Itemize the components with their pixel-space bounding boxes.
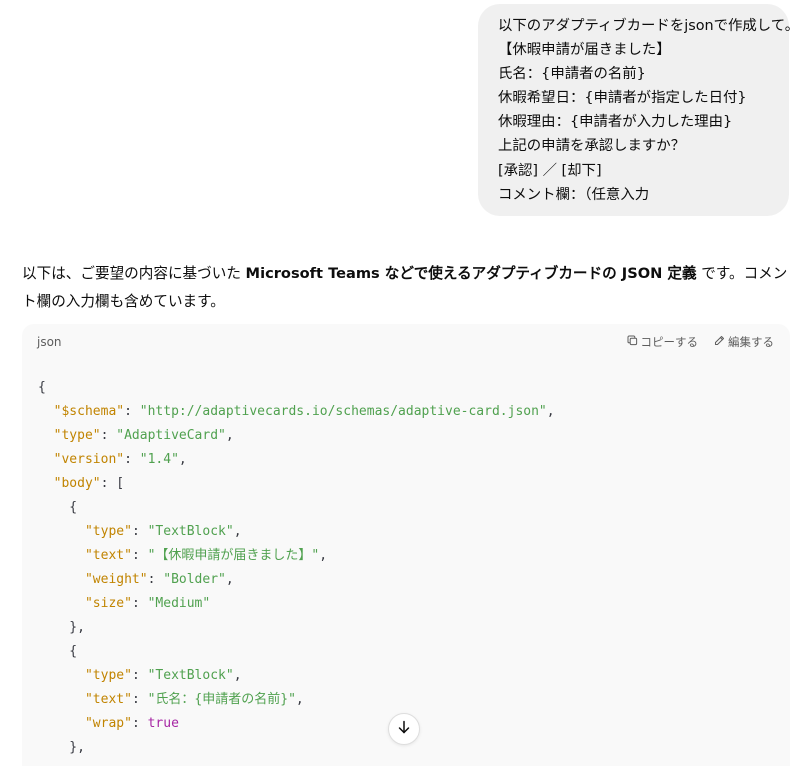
code-token: "weight" bbox=[84, 572, 148, 587]
code-token: , bbox=[233, 668, 242, 683]
scroll-to-bottom-button[interactable] bbox=[388, 713, 420, 745]
user-message-line: 休暇希望日：{申請者が指定した日付} bbox=[498, 90, 747, 107]
assistant-reply-text: 以下は、ご要望の内容に基づいた Microsoft Teams などで使えるアダ… bbox=[22, 260, 792, 316]
user-message-line: 【休暇申請が届きました】 bbox=[498, 42, 671, 59]
code-token: , bbox=[225, 572, 234, 587]
reply-intro-before: 以下は、ご要望の内容に基づいた bbox=[22, 265, 246, 282]
code-token: : bbox=[131, 668, 148, 683]
code-actions: コピーする 編集する bbox=[627, 334, 774, 350]
code-token: "TextBlock" bbox=[147, 668, 234, 683]
user-message-line: 休暇理由：{申請者が入力した理由} bbox=[498, 114, 733, 131]
code-token: : bbox=[131, 716, 148, 731]
code-token: : [ bbox=[100, 476, 125, 491]
code-token: : bbox=[100, 428, 117, 443]
code-line: "$schema": "http://adaptivecards.io/sche… bbox=[38, 400, 778, 424]
code-token: : bbox=[147, 572, 164, 587]
code-line: "body": [ bbox=[38, 472, 778, 496]
user-message-line: 氏名：{申請者の名前} bbox=[498, 66, 646, 83]
code-line: "text": "氏名：{申請者の名前}", bbox=[38, 688, 778, 712]
code-token: "size" bbox=[84, 596, 132, 611]
user-message-line: 上記の申請を承認しますか？ bbox=[498, 138, 686, 155]
code-line: "type": "AdaptiveCard", bbox=[38, 424, 778, 448]
code-token: "version" bbox=[53, 452, 125, 467]
code-line: "weight": "Bolder", bbox=[38, 568, 778, 592]
code-token: "type" bbox=[84, 668, 132, 683]
code-token: : bbox=[124, 404, 140, 419]
code-token: : bbox=[131, 524, 148, 539]
code-token: "text" bbox=[84, 548, 132, 563]
code-token: "type" bbox=[53, 428, 101, 443]
code-token: "氏名：{申請者の名前}" bbox=[147, 692, 296, 707]
code-token: : bbox=[124, 452, 140, 467]
user-message-bubble: 以下のアダプティブカードをjsonで作成して。 【休暇申請が届きました】 氏名：{申… bbox=[478, 4, 800, 216]
user-message-line: コメント欄：（任意入力 bbox=[498, 186, 650, 203]
code-token: "AdaptiveCard" bbox=[116, 428, 226, 443]
code-token: }, bbox=[38, 620, 85, 635]
code-line: }, bbox=[38, 616, 778, 640]
code-token: , bbox=[319, 548, 328, 563]
code-line: "type": "TextBlock", bbox=[38, 520, 778, 544]
code-content: { "$schema": "http://adaptivecards.io/sc… bbox=[38, 376, 778, 760]
code-token: "TextBlock" bbox=[147, 524, 234, 539]
code-token: true bbox=[147, 716, 179, 731]
code-token: "$schema" bbox=[53, 404, 125, 419]
user-message-line: 以下のアダプティブカードをjsonで作成して。 bbox=[498, 18, 800, 34]
code-token: { bbox=[38, 500, 78, 515]
code-token: { bbox=[38, 380, 46, 395]
code-line: "size": "Medium" bbox=[38, 592, 778, 616]
code-token: : bbox=[131, 596, 148, 611]
code-token: "type" bbox=[84, 524, 132, 539]
copy-button[interactable]: コピーする bbox=[627, 334, 699, 350]
code-line: "version": "1.4", bbox=[38, 448, 778, 472]
arrow-down-icon bbox=[396, 719, 412, 739]
copy-icon bbox=[627, 335, 638, 349]
code-line: "text": "【休暇申請が届きました】", bbox=[38, 544, 778, 568]
code-block: json コピーする 編集する { "$schema": "http://ada… bbox=[22, 324, 790, 766]
code-token: "http://adaptivecards.io/schemas/adaptiv… bbox=[139, 404, 547, 419]
code-token: : bbox=[131, 692, 148, 707]
edit-button[interactable]: 編集する bbox=[714, 334, 774, 350]
code-token: , bbox=[178, 452, 187, 467]
copy-label: コピーする bbox=[640, 335, 699, 349]
reply-intro-bold: Microsoft Teams などで使えるアダプティブカードの JSON 定義 bbox=[245, 265, 697, 282]
code-line: "type": "TextBlock", bbox=[38, 664, 778, 688]
code-line: { bbox=[38, 640, 778, 664]
code-token: : bbox=[131, 548, 148, 563]
code-token: , bbox=[233, 524, 242, 539]
code-language-label: json bbox=[37, 335, 62, 349]
code-token: "【休暇申請が届きました】" bbox=[147, 548, 320, 563]
code-token: "Bolder" bbox=[163, 572, 226, 587]
pencil-icon bbox=[714, 335, 725, 349]
code-line: { bbox=[38, 496, 778, 520]
code-token: }, bbox=[38, 740, 85, 755]
code-token: { bbox=[38, 644, 78, 659]
code-line: { bbox=[38, 376, 778, 400]
code-token: "body" bbox=[53, 476, 101, 491]
code-token: "1.4" bbox=[139, 452, 179, 467]
code-token: , bbox=[225, 428, 234, 443]
code-token: , bbox=[295, 692, 304, 707]
code-token: "Medium" bbox=[147, 596, 211, 611]
code-token: , bbox=[546, 404, 555, 419]
user-message-line: [承認] ／ [却下] bbox=[498, 162, 602, 179]
edit-label: 編集する bbox=[728, 335, 774, 349]
code-token: "text" bbox=[84, 692, 132, 707]
code-token: "wrap" bbox=[84, 716, 132, 731]
